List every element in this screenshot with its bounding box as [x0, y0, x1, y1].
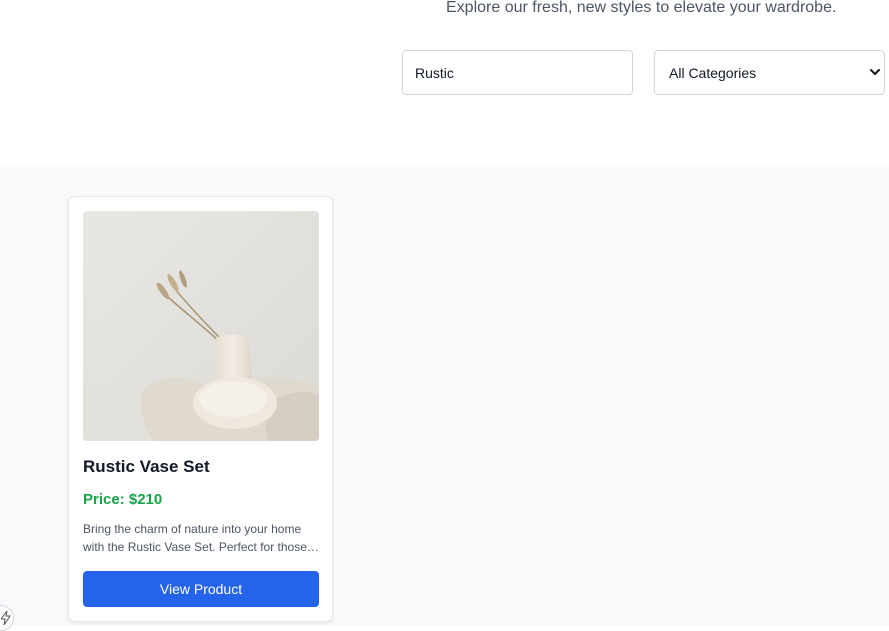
search-input[interactable] [402, 50, 633, 95]
product-card: Rustic Vase Set Price: $210 Bring the ch… [68, 196, 333, 622]
product-image [83, 211, 319, 441]
view-product-button[interactable]: View Product [83, 571, 319, 607]
page-header: Explore our fresh, new styles to elevate… [0, 0, 889, 167]
chevron-down-icon [870, 69, 880, 75]
product-title: Rustic Vase Set [83, 457, 210, 476]
category-select-value: All Categories [669, 65, 757, 81]
product-price: Price: $210 [83, 491, 163, 508]
product-description: Bring the charm of nature into your home… [83, 522, 307, 554]
category-select[interactable]: All Categories [654, 50, 885, 95]
page-subtitle: Explore our fresh, new styles to elevate… [446, 0, 837, 16]
lightning-icon [1, 611, 11, 625]
